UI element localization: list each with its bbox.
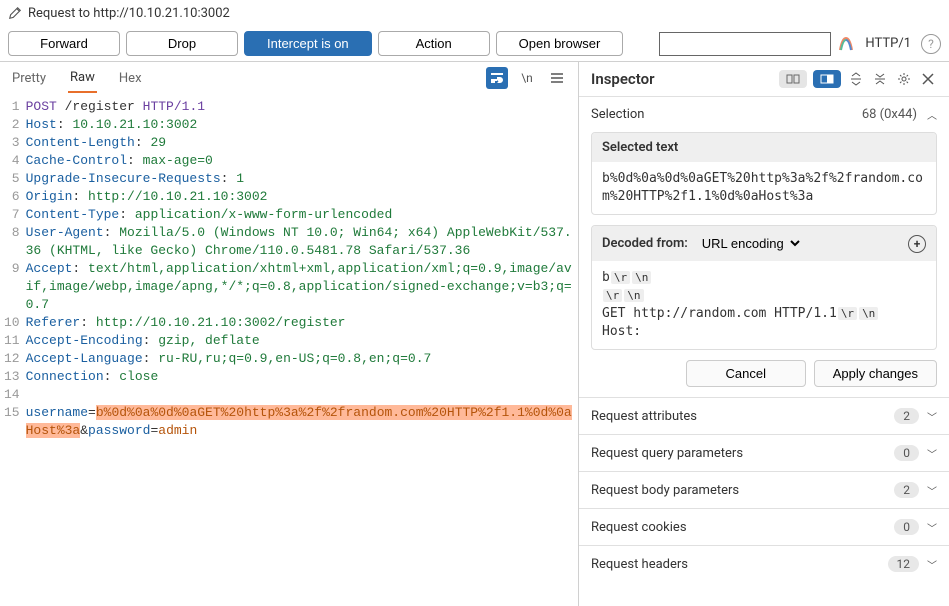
search-input[interactable] bbox=[659, 32, 831, 56]
open-browser-button[interactable]: Open browser bbox=[496, 31, 624, 56]
selection-section-header[interactable]: Selection 68 (0x44) ︿ bbox=[579, 97, 949, 132]
count-badge: 0 bbox=[894, 519, 919, 535]
count-badge: 2 bbox=[894, 482, 919, 498]
tab-hex[interactable]: Hex bbox=[117, 65, 144, 92]
pencil-icon bbox=[8, 6, 22, 20]
chevron-down-icon: ﹀ bbox=[927, 409, 937, 424]
newline-toggle-icon[interactable]: \n bbox=[516, 67, 538, 89]
count-badge: 12 bbox=[888, 556, 920, 572]
decoded-from-label: Decoded from: bbox=[602, 236, 688, 251]
chevron-down-icon: ﹀ bbox=[927, 520, 937, 535]
editor-tabs: Pretty Raw Hex \n bbox=[0, 62, 578, 94]
count-badge: 2 bbox=[894, 408, 919, 424]
toolbar: Forward Drop Intercept is on Action Open… bbox=[0, 26, 949, 62]
window-titlebar: Request to http://10.10.21.10:3002 bbox=[0, 0, 949, 26]
encoding-select[interactable]: URL encoding bbox=[696, 233, 803, 254]
help-icon[interactable]: ? bbox=[921, 34, 941, 54]
chevron-down-icon: ﹀ bbox=[927, 557, 937, 572]
wrap-toggle-icon[interactable] bbox=[486, 67, 508, 89]
drop-button[interactable]: Drop bbox=[126, 31, 238, 56]
apply-changes-button[interactable]: Apply changes bbox=[814, 360, 937, 387]
tab-pretty[interactable]: Pretty bbox=[10, 65, 48, 92]
cancel-button[interactable]: Cancel bbox=[686, 360, 806, 387]
section-header[interactable]: Request cookies0﹀ bbox=[579, 509, 949, 545]
collapse-all-icon[interactable] bbox=[871, 70, 889, 88]
gear-icon[interactable] bbox=[895, 70, 913, 88]
section-header[interactable]: Request attributes2﹀ bbox=[579, 398, 949, 434]
expand-all-icon[interactable] bbox=[847, 70, 865, 88]
chevron-down-icon: ﹀ bbox=[927, 446, 937, 461]
chevron-up-icon: ︿ bbox=[927, 107, 937, 122]
forward-button[interactable]: Forward bbox=[8, 31, 120, 56]
selected-text-value: b%0d%0a%0d%0aGET%20http%3a%2f%2frandom.c… bbox=[592, 162, 936, 214]
code-editor[interactable]: 123456789101112131415 POST /register HTT… bbox=[0, 94, 578, 606]
count-badge: 0 bbox=[894, 445, 919, 461]
window-title: Request to http://10.10.21.10:3002 bbox=[28, 6, 230, 21]
section-header[interactable]: Request query parameters0﹀ bbox=[579, 435, 949, 471]
layout-columns-icon[interactable] bbox=[779, 70, 807, 88]
add-decoder-icon[interactable]: + bbox=[908, 235, 926, 253]
http-version-label[interactable]: HTTP/1 bbox=[865, 36, 911, 51]
layout-sidebar-icon[interactable] bbox=[813, 70, 841, 88]
section-header[interactable]: Request headers12﹀ bbox=[579, 546, 949, 582]
burp-logo-icon bbox=[837, 35, 855, 53]
selection-count: 68 (0x44) bbox=[862, 107, 917, 122]
request-editor-panel: Pretty Raw Hex \n 123456789101112131415 … bbox=[0, 62, 579, 606]
decoded-value[interactable]: b\r\n\r\nGET http://random.com HTTP/1.1\… bbox=[592, 261, 936, 349]
chevron-down-icon: ﹀ bbox=[927, 483, 937, 498]
intercept-toggle[interactable]: Intercept is on bbox=[244, 31, 372, 56]
selected-text-label: Selected text bbox=[592, 133, 936, 162]
inspector-title: Inspector bbox=[591, 70, 773, 88]
section-header[interactable]: Request body parameters2﹀ bbox=[579, 472, 949, 508]
action-button[interactable]: Action bbox=[378, 31, 490, 56]
close-icon[interactable] bbox=[919, 70, 937, 88]
inspector-panel: Inspector Selection 68 (0x44) ︿ Selected… bbox=[579, 62, 949, 606]
hamburger-icon[interactable] bbox=[546, 67, 568, 89]
tab-raw[interactable]: Raw bbox=[68, 64, 97, 93]
